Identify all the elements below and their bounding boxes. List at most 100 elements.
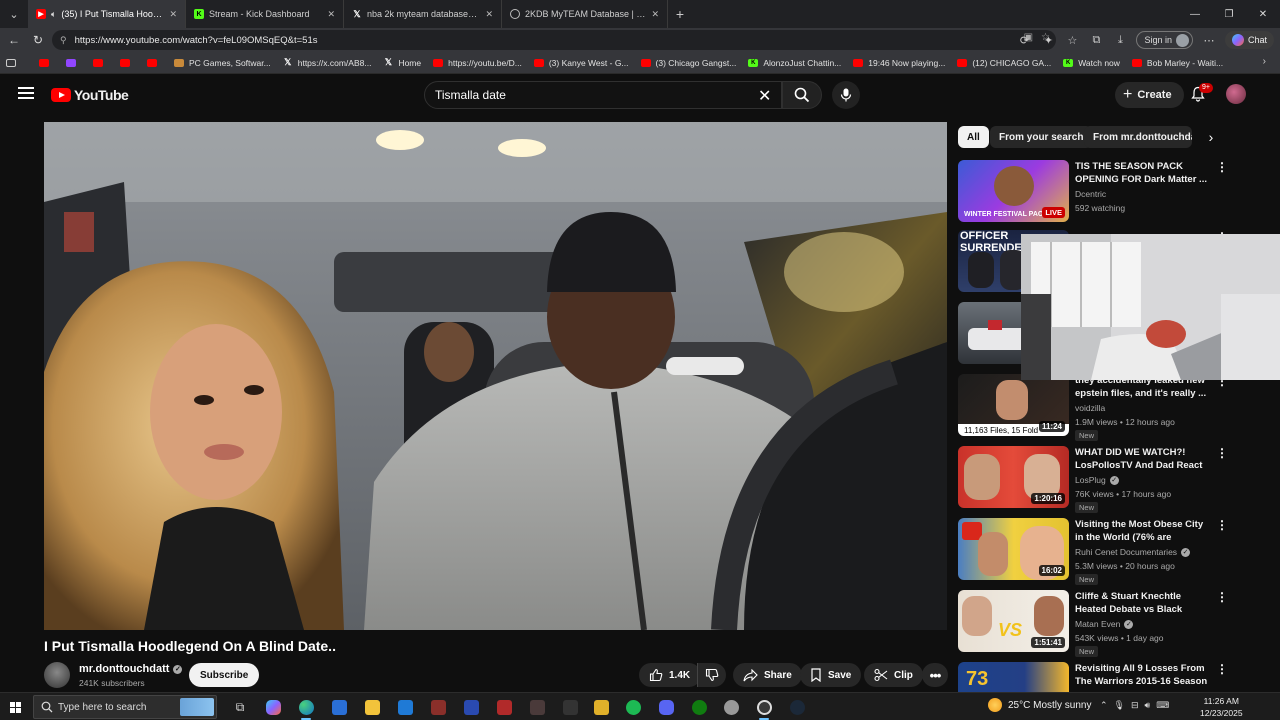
recommendation-item[interactable]: 1:20:16 WHAT DID WE WATCH?! LosPollosTV … (958, 446, 1270, 513)
bookmark-item[interactable]: 𝕏https://x.com/AB8... (283, 57, 371, 68)
bookmarks-overflow-chevron-icon[interactable]: › (1263, 56, 1266, 67)
site-info-icon[interactable]: ⚲ (60, 35, 67, 46)
spotify-icon[interactable] (622, 696, 644, 718)
recommendation-item[interactable]: 73 Revisiting All 9 Losses From The Warr… (958, 662, 1270, 692)
store-taskbar-icon[interactable] (328, 696, 350, 718)
language-icon[interactable]: ⌨ (1156, 700, 1169, 711)
recommendation-item[interactable]: VS 1:51:41 Cliffe & Stuart Knechtle Heat… (958, 590, 1270, 657)
recommendation-item[interactable]: WINTER FESTIVAL PACK LIVE TIS THE SEASON… (958, 160, 1270, 226)
bookmark-item[interactable] (66, 58, 81, 67)
voice-search-button[interactable] (832, 81, 860, 109)
video-player[interactable] (44, 122, 947, 630)
2k-app-icon[interactable] (493, 696, 515, 718)
network-icon[interactable]: ⊟ (1131, 700, 1139, 711)
webcam-overlay[interactable] (1021, 234, 1280, 380)
tab-search-chevron-icon[interactable]: ⌄ (0, 0, 28, 28)
notifications-button[interactable]: 9+ (1190, 83, 1213, 102)
more-options-icon[interactable]: ⋯ (1201, 34, 1217, 47)
search-button[interactable] (782, 81, 822, 109)
recommendation-item[interactable]: 11,163 Files, 15 Fold 11:24 they acciden… (958, 374, 1270, 441)
create-button[interactable]: + Create (1115, 82, 1184, 108)
bookmark-item[interactable]: Bob Marley - Waiti... (1131, 58, 1223, 68)
clip-button[interactable]: Clip (864, 663, 923, 687)
channel-avatar[interactable] (44, 662, 70, 688)
close-tab-icon[interactable]: ✕ (169, 9, 177, 20)
more-vertical-icon[interactable]: ⋮ (1216, 591, 1228, 603)
chips-next-chevron-icon[interactable]: › (1202, 128, 1220, 146)
steam-icon[interactable] (786, 696, 808, 718)
like-button[interactable]: 1.4K (639, 663, 702, 687)
youtube-logo[interactable]: YouTube (51, 87, 129, 103)
tab-kick-dashboard[interactable]: K Stream - Kick Dashboard ✕ (186, 0, 344, 28)
subscribe-button[interactable]: Subscribe (189, 663, 260, 687)
refresh-extension-icon[interactable]: ⟳ (1016, 34, 1032, 47)
downloads-icon[interactable]: ⤓ (1112, 34, 1128, 47)
share-button[interactable]: Share (733, 663, 802, 687)
dislike-button[interactable] (697, 663, 726, 687)
taskbar-clock[interactable]: 11:26 AM 12/23/2025 (1200, 695, 1243, 719)
audio-icon[interactable]: 🔈︎ (51, 9, 56, 20)
search-input[interactable]: Tismalla date (424, 81, 782, 109)
bookmark-item[interactable]: (3) Kanye West - G... (533, 58, 629, 68)
bookmark-item[interactable]: https://youtu.be/D... (433, 58, 522, 68)
more-vertical-icon[interactable]: ⋮ (1216, 447, 1228, 459)
favorites-icon[interactable]: ☆ (1064, 34, 1080, 47)
mail-taskbar-icon[interactable] (394, 696, 416, 718)
file-explorer-icon[interactable] (361, 696, 383, 718)
more-vertical-icon[interactable]: ⋮ (1216, 161, 1228, 173)
menu-hamburger-icon[interactable] (18, 87, 34, 99)
close-tab-icon[interactable]: ✕ (327, 9, 335, 20)
close-window-icon[interactable]: ✕ (1246, 0, 1280, 28)
minimize-icon[interactable]: — (1178, 0, 1212, 28)
bookmark-item[interactable] (39, 58, 54, 67)
close-tab-icon[interactable]: ✕ (485, 9, 493, 20)
bookmark-item[interactable]: 𝕏 Home (383, 57, 421, 68)
taskbar-search-input[interactable]: Type here to search (33, 695, 217, 719)
game-app-icon[interactable] (427, 696, 449, 718)
bookmark-item[interactable] (147, 58, 162, 67)
extensions-icon[interactable]: ✦ (1040, 34, 1056, 47)
tab-x-search[interactable]: 𝕏 nba 2k myteam database - Search ✕ (344, 0, 502, 28)
chip-from-channel[interactable]: From mr.donttouchdatt (1084, 126, 1192, 148)
person-app-icon[interactable] (526, 696, 548, 718)
edge-taskbar-icon[interactable] (295, 696, 317, 720)
bookmark-item[interactable]: K Watch now (1063, 58, 1120, 68)
bookmark-item[interactable]: PC Games, Softwar... (174, 58, 271, 68)
copilot-chat-button[interactable]: Chat (1224, 31, 1274, 49)
weather-widget[interactable]: 25°C Mostly sunny (988, 698, 1091, 712)
bookmark-item[interactable] (120, 58, 135, 67)
show-hidden-icons-icon[interactable]: ⌃ (1100, 700, 1108, 711)
app-icon[interactable] (559, 696, 581, 718)
recommendation-item[interactable]: 16:02 Visiting the Most Obese City in th… (958, 518, 1270, 585)
close-tab-icon[interactable]: ✕ (651, 9, 659, 20)
new-tab-button[interactable]: + (668, 6, 692, 22)
chip-from-your-search[interactable]: From your search (990, 126, 1093, 148)
channel-name[interactable]: mr.donttouchdatt ✓ (79, 663, 183, 675)
bookmark-item[interactable]: 19:46 Now playing... (853, 58, 945, 68)
bookmark-item[interactable]: K AlonzoJust Chattin... (748, 58, 841, 68)
task-view-icon[interactable]: ⧉ (229, 696, 251, 718)
copilot-taskbar-icon[interactable] (262, 696, 284, 718)
windows-start-icon[interactable] (10, 702, 21, 713)
more-vertical-icon[interactable]: ⋮ (1216, 519, 1228, 531)
app-icon[interactable] (720, 696, 742, 718)
chip-all[interactable]: All (958, 126, 989, 148)
bookmark-item[interactable]: (3) Chicago Gangst... (640, 58, 736, 68)
reload-icon[interactable]: ↻ (26, 33, 50, 47)
collections-icon[interactable]: ⧉ (1088, 34, 1104, 47)
bookmark-item[interactable] (93, 58, 108, 67)
xbox-icon[interactable] (688, 696, 710, 718)
volume-icon[interactable]: 🔊︎ (1145, 700, 1151, 711)
tab-youtube-video[interactable]: ▶ 🔈︎ (35) I Put Tismalla Hoodlegend ✕ (28, 0, 186, 28)
more-actions-button[interactable]: ••• (922, 663, 948, 687)
bookmark-item[interactable]: (12) CHICAGO GA... (957, 58, 1051, 68)
save-button[interactable]: Save (800, 663, 862, 687)
back-icon[interactable]: ← (2, 33, 26, 47)
app-icon[interactable] (590, 696, 612, 718)
sign-in-button[interactable]: Sign in (1136, 31, 1193, 49)
mic-tray-icon[interactable]: 🎙︎ (1114, 700, 1125, 711)
address-bar[interactable]: ⚲ https://www.youtube.com/watch?v=feL09O… (52, 30, 1056, 50)
nba-app-icon[interactable] (460, 696, 482, 718)
user-avatar[interactable] (1226, 84, 1246, 104)
obs-icon[interactable] (753, 696, 775, 720)
